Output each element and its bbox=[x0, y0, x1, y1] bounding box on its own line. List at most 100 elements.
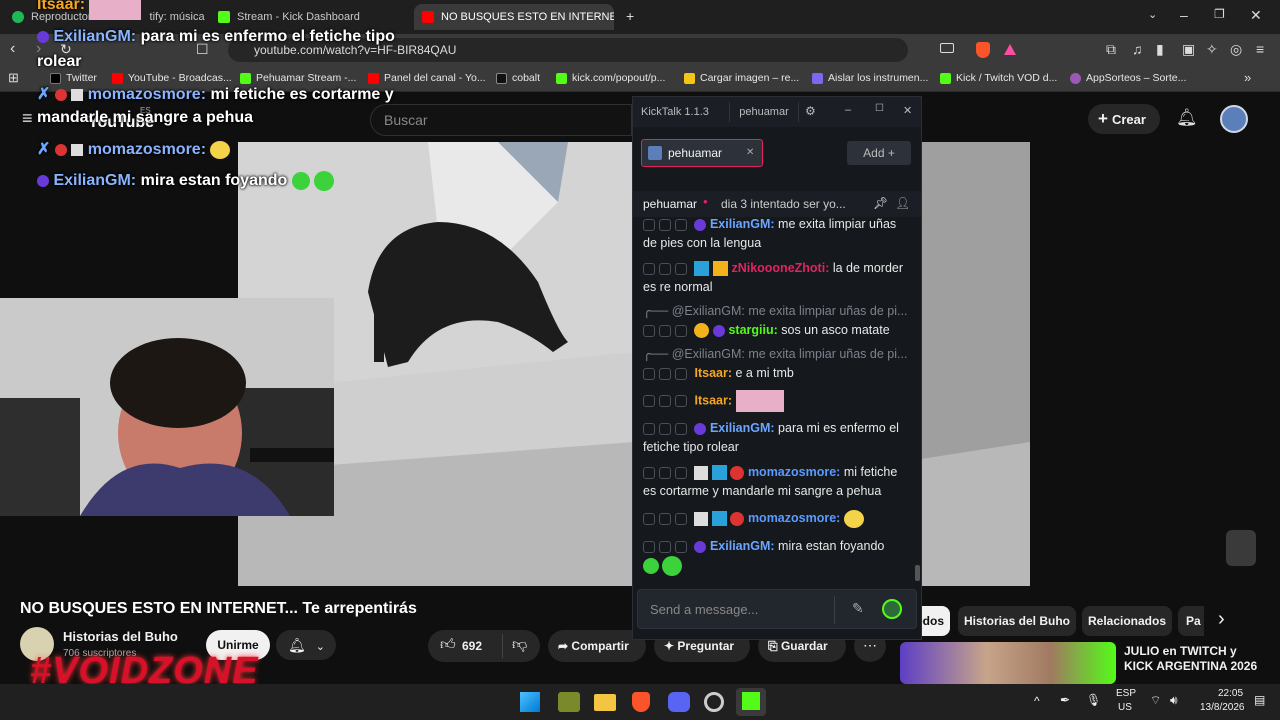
extensions-icon[interactable]: ⧉ bbox=[1106, 41, 1116, 58]
account-name[interactable]: pehuamar bbox=[729, 102, 799, 122]
bookmark-item[interactable]: Cargar imagen – re... bbox=[684, 72, 799, 84]
close-tab-icon[interactable]: ✕ bbox=[746, 140, 754, 166]
avatar[interactable] bbox=[1220, 105, 1248, 133]
bookmark-item[interactable]: Twitter bbox=[50, 72, 97, 84]
mod-action-icon[interactable] bbox=[675, 218, 687, 231]
mod-action-icon[interactable] bbox=[675, 324, 687, 337]
language-indicator[interactable]: ESP bbox=[1116, 688, 1136, 699]
chat-message[interactable]: ExilianGM: me exita limpiar uñas de pies… bbox=[643, 215, 913, 253]
search-input[interactable]: Buscar bbox=[370, 104, 632, 136]
bookmark-item[interactable]: kick.com/popout/p... bbox=[556, 72, 665, 84]
chat-message[interactable]: stargiiu: sos un asco matate bbox=[643, 321, 913, 340]
chat-message[interactable]: zNikoooneZhoti: la de morder es re norma… bbox=[643, 259, 913, 297]
mod-action-icon[interactable] bbox=[643, 218, 655, 231]
stream-channel-name[interactable]: pehuamar bbox=[643, 197, 697, 211]
mod-action-icon[interactable] bbox=[643, 395, 655, 407]
wifi-icon[interactable]: ⌔ bbox=[1150, 693, 1161, 708]
notifications-bell-icon[interactable]: 🔔︎ bbox=[1176, 108, 1198, 128]
sidebar-icon[interactable]: ▮ bbox=[1156, 41, 1164, 58]
wallet-icon[interactable]: ▣ bbox=[1182, 41, 1195, 58]
widgets-icon[interactable] bbox=[558, 692, 580, 712]
settings-gear-icon[interactable]: ⚙ bbox=[805, 104, 816, 118]
mod-action-icon[interactable] bbox=[675, 540, 687, 553]
kick-emotes-icon[interactable] bbox=[882, 599, 902, 619]
mod-action-icon[interactable] bbox=[675, 262, 687, 275]
mod-action-icon[interactable] bbox=[643, 324, 655, 337]
chat-username[interactable]: stargiiu: bbox=[728, 323, 777, 337]
channel-name[interactable]: Historias del Buho bbox=[63, 629, 178, 644]
mod-action-icon[interactable] bbox=[643, 422, 655, 435]
chat-username[interactable]: momazosmore: bbox=[748, 465, 840, 479]
mod-action-icon[interactable] bbox=[643, 367, 655, 380]
maximize-icon[interactable]: ☐ bbox=[875, 103, 884, 114]
bookmark-item[interactable]: AppSorteos – Sorte... bbox=[1070, 72, 1186, 84]
channel-watermark-owl-icon[interactable] bbox=[1226, 530, 1256, 566]
region-indicator[interactable]: US bbox=[1118, 702, 1132, 713]
file-explorer-icon[interactable] bbox=[594, 694, 616, 711]
channel-tab-pehuamar[interactable]: pehuamar ✕ bbox=[641, 139, 763, 167]
chat-username[interactable]: ExilianGM: bbox=[710, 421, 775, 435]
mod-action-icon[interactable] bbox=[659, 466, 671, 479]
chat-username[interactable]: momazosmore: bbox=[748, 511, 840, 525]
mod-action-icon[interactable] bbox=[659, 367, 671, 380]
users-icon[interactable]: 👤︎ bbox=[895, 196, 910, 210]
chat-username[interactable]: Itsaar: bbox=[694, 366, 732, 380]
subscribe-button[interactable]: 🔔︎ ⌄ bbox=[276, 630, 336, 660]
chat-message[interactable]: ExilianGM: para mi es enfermo el fetiche… bbox=[643, 419, 913, 457]
mod-action-icon[interactable] bbox=[643, 262, 655, 275]
emote-picker-icon[interactable]: ✎ bbox=[852, 600, 864, 617]
chat-message[interactable]: Itsaar: e a mi tmb bbox=[643, 364, 913, 383]
music-icon[interactable]: ♫ bbox=[1132, 41, 1143, 57]
chat-username[interactable]: zNikoooneZhoti: bbox=[731, 261, 829, 275]
chat-scrollbar[interactable] bbox=[915, 565, 920, 581]
chevron-right-icon[interactable]: › bbox=[1218, 608, 1225, 631]
recommended-title[interactable]: JULIO en TWITCH y KICK ARGENTINA 2026 bbox=[1124, 644, 1264, 674]
mod-action-icon[interactable] bbox=[675, 367, 687, 380]
obs-icon[interactable] bbox=[704, 692, 724, 712]
create-button[interactable]: + Crear bbox=[1088, 104, 1160, 134]
pin-icon[interactable]: 📌︎ bbox=[873, 196, 888, 210]
clock-time[interactable]: 22:05 bbox=[1218, 688, 1243, 699]
notification-center-icon[interactable]: ▤ bbox=[1254, 693, 1265, 707]
mod-action-icon[interactable] bbox=[659, 218, 671, 231]
bookmark-item[interactable]: Panel del canal - Yo... bbox=[368, 72, 486, 84]
mod-action-icon[interactable] bbox=[659, 395, 671, 407]
mod-action-icon[interactable] bbox=[659, 262, 671, 275]
tab-kick-dashboard[interactable]: Stream - Kick Dashboard bbox=[218, 4, 408, 30]
tab-list-icon[interactable]: ⌄ bbox=[1148, 8, 1157, 21]
chat-message[interactable]: Itsaar: bbox=[643, 390, 913, 412]
more-bookmarks-icon[interactable]: » bbox=[1244, 70, 1251, 85]
pen-icon[interactable]: ✒ bbox=[1060, 693, 1070, 707]
chat-username[interactable]: Itsaar: bbox=[694, 393, 732, 407]
chip-more[interactable]: Pa bbox=[1178, 606, 1204, 636]
maximize-icon[interactable]: ❐ bbox=[1214, 7, 1225, 21]
volume-icon[interactable]: 🔊︎ bbox=[1170, 693, 1178, 708]
mod-action-icon[interactable] bbox=[659, 422, 671, 435]
rewards-icon[interactable] bbox=[1004, 44, 1016, 55]
reply-preview[interactable]: ╭── @ExilianGM: me exita limpiar uñas de… bbox=[643, 303, 907, 318]
chevron-up-icon[interactable]: ^ bbox=[1034, 694, 1040, 708]
kicktalk-taskbar-button[interactable] bbox=[736, 688, 766, 716]
menu-icon[interactable]: ≡ bbox=[1256, 41, 1264, 57]
mod-action-icon[interactable] bbox=[643, 512, 655, 525]
cast-icon[interactable] bbox=[940, 43, 954, 53]
brave-shield-icon[interactable] bbox=[976, 42, 990, 58]
chat-username[interactable]: ExilianGM: bbox=[710, 539, 775, 553]
thumbs-up-icon[interactable]: 👍︎ bbox=[440, 636, 456, 654]
mod-action-icon[interactable] bbox=[675, 422, 687, 435]
mod-action-icon[interactable] bbox=[659, 540, 671, 553]
hamburger-menu-icon[interactable]: ≡ bbox=[22, 108, 33, 129]
leo-icon[interactable]: ✧ bbox=[1206, 41, 1218, 58]
close-icon[interactable]: ✕ bbox=[903, 104, 912, 117]
mod-action-icon[interactable] bbox=[659, 512, 671, 525]
microphone-icon[interactable]: 🎙︎ bbox=[1086, 693, 1101, 707]
back-icon[interactable]: ‹ bbox=[10, 40, 15, 58]
tab-youtube-video[interactable]: NO BUSQUES ESTO EN INTERNE ✕ bbox=[414, 4, 614, 30]
close-window-icon[interactable]: ✕ bbox=[1250, 7, 1262, 24]
reply-preview[interactable]: ╭── @ExilianGM: me exita limpiar uñas de… bbox=[643, 346, 907, 361]
like-count[interactable]: 692 bbox=[462, 639, 482, 653]
add-channel-button[interactable]: Add + bbox=[847, 141, 911, 165]
chat-message[interactable]: ExilianGM: mira estan foyando bbox=[643, 537, 913, 576]
new-tab-icon[interactable]: + bbox=[626, 8, 634, 24]
chat-input[interactable]: Send a message... ✎ bbox=[637, 589, 917, 629]
